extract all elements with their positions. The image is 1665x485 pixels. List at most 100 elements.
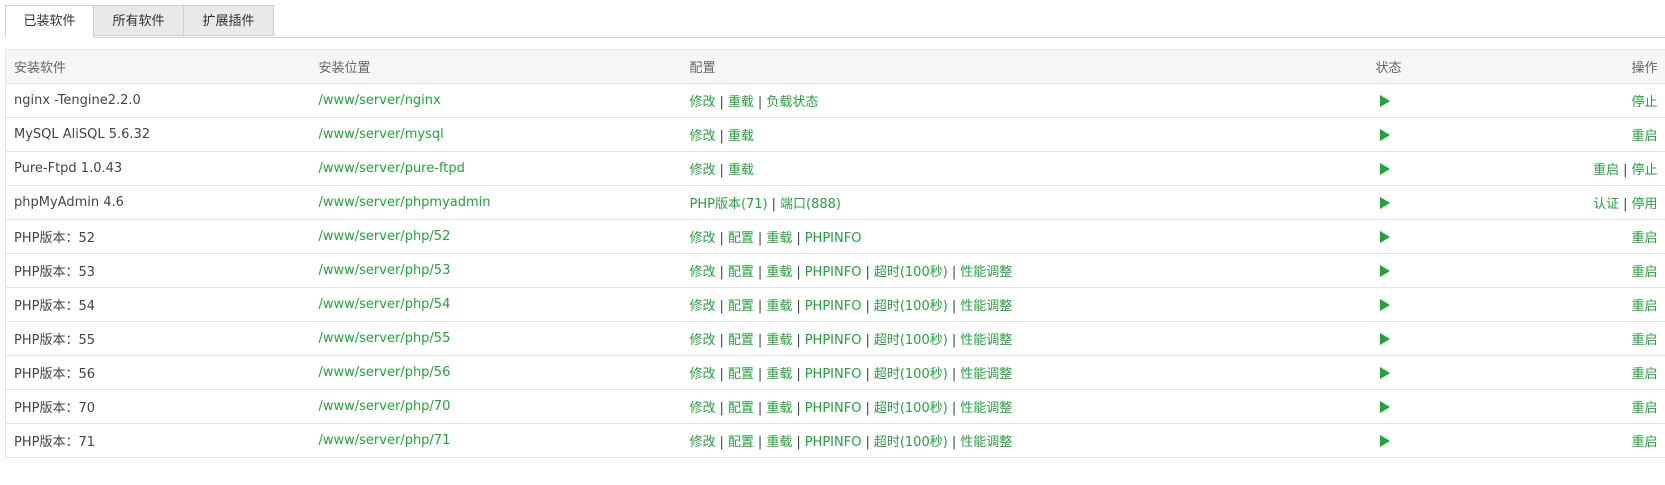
config-link[interactable]: 配置	[728, 435, 754, 450]
status-cell	[1367, 321, 1488, 356]
action-link[interactable]: 重启	[1631, 265, 1657, 280]
config-link[interactable]: 超时(100秒)	[874, 367, 948, 382]
config-links: 修改 | 配置 | 重载 | PHPINFO | 超时(100秒) | 性能调整	[681, 253, 1368, 288]
tab-all-software[interactable]: 所有软件	[94, 5, 184, 36]
install-path: /www/server/php/70	[310, 389, 682, 424]
config-link[interactable]: 重载	[766, 401, 792, 416]
config-link[interactable]: 性能调整	[960, 435, 1012, 450]
config-link[interactable]: 配置	[728, 401, 754, 416]
play-icon	[1379, 162, 1390, 175]
tab-installed-software[interactable]: 已装软件	[5, 5, 94, 38]
action-link[interactable]: 重启	[1593, 163, 1619, 178]
link-separator: |	[719, 333, 724, 348]
table-row: nginx -Tengine2.2.0/www/server/nginx 修改 | 重…	[5, 83, 1665, 118]
software-name: PHP版本：70	[5, 389, 311, 424]
action-link[interactable]: 重启	[1631, 299, 1657, 314]
config-link[interactable]: PHPINFO	[805, 333, 862, 348]
action-link[interactable]: 重启	[1631, 367, 1657, 382]
config-link[interactable]: 性能调整	[960, 367, 1012, 382]
config-link[interactable]: 修改	[690, 129, 716, 144]
config-link[interactable]: 修改	[690, 95, 716, 110]
config-link[interactable]: 配置	[728, 231, 754, 246]
config-link[interactable]: 修改	[690, 231, 716, 246]
config-link[interactable]: 端口(888)	[780, 197, 841, 212]
play-icon	[1379, 298, 1390, 311]
config-link[interactable]: 超时(100秒)	[874, 333, 948, 348]
config-link[interactable]: 超时(100秒)	[874, 299, 948, 314]
config-link[interactable]: 重载	[766, 333, 792, 348]
action-links: 重启	[1487, 219, 1665, 254]
config-link[interactable]: 重载	[728, 95, 754, 110]
config-link[interactable]: 超时(100秒)	[874, 401, 948, 416]
config-link[interactable]: 超时(100秒)	[874, 265, 948, 280]
config-link[interactable]: 修改	[690, 163, 716, 178]
config-link[interactable]: 重载	[766, 367, 792, 382]
config-link[interactable]: 修改	[690, 299, 716, 314]
link-separator: |	[719, 299, 724, 314]
config-links: 修改 | 配置 | 重载 | PHPINFO | 超时(100秒) | 性能调整	[681, 423, 1368, 458]
install-path: /www/server/pure-ftpd	[310, 151, 682, 186]
header-status: 状态	[1367, 49, 1488, 84]
action-link[interactable]: 重启	[1631, 129, 1657, 144]
config-link[interactable]: 修改	[690, 435, 716, 450]
config-link[interactable]: 超时(100秒)	[874, 435, 948, 450]
action-link[interactable]: 停止	[1631, 95, 1657, 110]
config-link[interactable]: PHPINFO	[805, 435, 862, 450]
action-link[interactable]: 重启	[1631, 435, 1657, 450]
config-link[interactable]: 重载	[728, 163, 754, 178]
config-link[interactable]: 性能调整	[960, 401, 1012, 416]
link-separator: |	[757, 265, 763, 280]
tab-extension-plugins[interactable]: 扩展插件	[184, 5, 274, 36]
config-link[interactable]: PHPINFO	[805, 231, 862, 246]
link-separator: |	[757, 95, 763, 110]
config-link[interactable]: 修改	[690, 401, 716, 416]
install-path: /www/server/php/71	[310, 423, 682, 458]
link-separator: |	[865, 265, 870, 280]
action-link[interactable]: 认证	[1593, 197, 1619, 212]
action-link[interactable]: 重启	[1631, 401, 1657, 416]
action-link[interactable]: 停用	[1631, 197, 1657, 212]
config-link[interactable]: 重载	[766, 265, 792, 280]
config-link[interactable]: PHPINFO	[805, 265, 862, 280]
software-table-container: 安装软件 安装位置 配置 状态 操作 nginx -Tengine2.2.0/w…	[5, 49, 1665, 458]
action-links: 重启	[1487, 355, 1665, 390]
software-name: phpMyAdmin 4.6	[5, 185, 311, 220]
config-links: PHP版本(71) | 端口(888)	[681, 185, 1368, 220]
config-link[interactable]: 性能调整	[960, 265, 1012, 280]
table-row: Pure-Ftpd 1.0.43/www/server/pure-ftpd 修改 |…	[5, 151, 1665, 186]
link-separator: |	[796, 231, 801, 246]
action-links: 重启	[1487, 287, 1665, 322]
link-separator: |	[719, 163, 724, 178]
action-link[interactable]: 重启	[1631, 231, 1657, 246]
config-link[interactable]: 配置	[728, 367, 754, 382]
config-link[interactable]: PHP版本(71)	[690, 197, 768, 212]
install-path: /www/server/php/56	[310, 355, 682, 390]
config-link[interactable]: 修改	[690, 265, 716, 280]
install-path: /www/server/nginx	[310, 83, 682, 118]
config-link[interactable]: 重载	[766, 231, 792, 246]
status-cell	[1367, 117, 1488, 152]
config-link[interactable]: 配置	[728, 265, 754, 280]
config-link[interactable]: 性能调整	[960, 333, 1012, 348]
config-link[interactable]: PHPINFO	[805, 299, 862, 314]
link-separator: |	[757, 367, 763, 382]
action-link[interactable]: 停止	[1631, 163, 1657, 178]
config-link[interactable]: 修改	[690, 367, 716, 382]
config-link[interactable]: PHPINFO	[805, 367, 862, 382]
header-installed-software: 安装软件	[5, 49, 311, 84]
software-name: PHP版本：71	[5, 423, 311, 458]
config-link[interactable]: 重载	[766, 435, 792, 450]
config-link[interactable]: 修改	[690, 333, 716, 348]
config-link[interactable]: 负载状态	[766, 95, 818, 110]
link-separator: |	[951, 367, 957, 382]
software-tabs: 已装软件 所有软件 扩展插件	[5, 5, 274, 38]
action-link[interactable]: 重启	[1631, 333, 1657, 348]
config-link[interactable]: 重载	[728, 129, 754, 144]
link-separator: |	[951, 401, 957, 416]
config-link[interactable]: 重载	[766, 299, 792, 314]
config-link[interactable]: 性能调整	[960, 299, 1012, 314]
link-separator: |	[757, 299, 763, 314]
config-link[interactable]: PHPINFO	[805, 401, 862, 416]
config-link[interactable]: 配置	[728, 333, 754, 348]
config-link[interactable]: 配置	[728, 299, 754, 314]
